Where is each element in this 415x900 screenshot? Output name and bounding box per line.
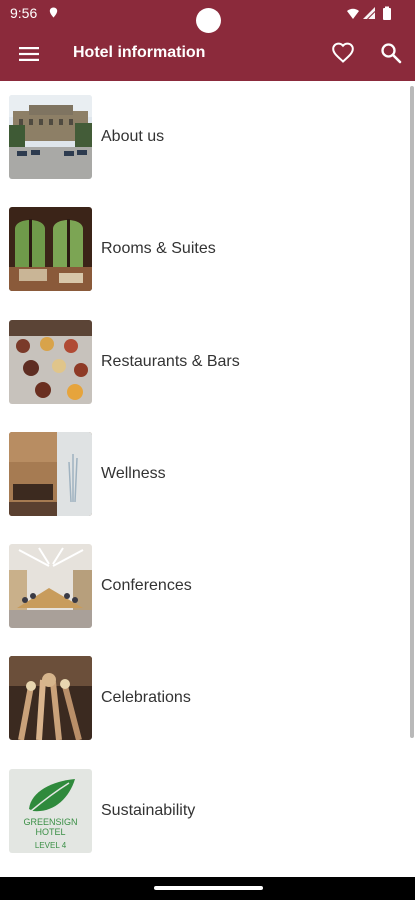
greensign-text: GREENSIGN	[23, 817, 77, 827]
list-item-label: Wellness	[101, 464, 166, 482]
wellness-image	[9, 431, 92, 516]
list-item-conferences[interactable]: Conferences	[0, 530, 415, 642]
sustainability-image: GREENSIGN HOTEL LEVEL 4	[9, 768, 92, 853]
heart-icon	[332, 42, 354, 63]
list-item-label: Sustainability	[101, 801, 196, 819]
list-item-restaurants-bars[interactable]: Restaurants & Bars	[0, 306, 415, 418]
battery-icon	[383, 6, 391, 20]
level-text: LEVEL 4	[35, 841, 67, 850]
search-button[interactable]	[379, 41, 403, 65]
list-item-wellness[interactable]: Wellness	[0, 418, 415, 530]
hotel-info-list: About us Rooms & Suites Restaurants & Ba…	[0, 81, 415, 867]
list-item-label: Celebrations	[101, 689, 191, 707]
conferences-image	[9, 544, 92, 629]
list-item-label: About us	[101, 128, 165, 145]
about-us-image	[9, 95, 92, 179]
list-item-about-us[interactable]: About us	[0, 81, 415, 193]
list-item-sustainability[interactable]: GREENSIGN HOTEL LEVEL 4 Sustainability	[0, 755, 415, 867]
menu-button[interactable]	[17, 42, 41, 66]
list-item-label: Restaurants & Bars	[101, 352, 240, 370]
list-item-label: Rooms & Suites	[101, 240, 216, 258]
signal-icon	[363, 7, 376, 20]
page-title: Hotel information	[73, 44, 206, 61]
favorites-button[interactable]	[331, 41, 355, 65]
location-icon	[49, 7, 58, 18]
status-icons	[347, 5, 407, 21]
app-bar: Hotel information	[0, 27, 415, 81]
restaurants-bars-image	[9, 319, 92, 404]
home-indicator[interactable]	[154, 886, 263, 890]
list-item-label: Conferences	[101, 577, 192, 595]
wifi-icon	[347, 8, 359, 19]
search-icon	[381, 43, 402, 64]
scrollbar[interactable]	[410, 86, 414, 738]
rooms-suites-image	[9, 207, 92, 292]
list-item-rooms-suites[interactable]: Rooms & Suites	[0, 193, 415, 305]
menu-icon	[19, 47, 39, 61]
celebrations-image	[9, 656, 92, 741]
navigation-bar	[0, 877, 415, 900]
list-item-celebrations[interactable]: Celebrations	[0, 642, 415, 754]
hotel-text: HOTEL	[35, 827, 65, 837]
status-time: 9:56	[10, 5, 38, 21]
camera-cutout	[196, 8, 221, 33]
